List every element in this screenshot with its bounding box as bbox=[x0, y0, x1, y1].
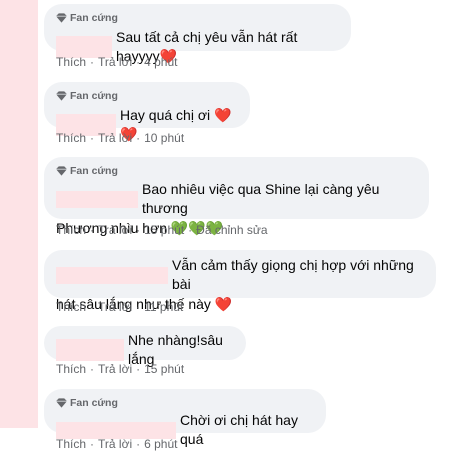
reply-link[interactable]: Trả lời bbox=[98, 362, 132, 376]
gem-icon bbox=[56, 90, 67, 101]
reply-link[interactable]: Trả lời bbox=[98, 131, 132, 145]
reply-link[interactable]: Trả lời bbox=[98, 55, 132, 69]
reply-link[interactable]: Trả lời bbox=[98, 223, 132, 237]
comment-bubble: Nhe nhàng!sâu lắng bbox=[44, 326, 246, 367]
timestamp[interactable]: 15 phút bbox=[144, 223, 184, 237]
badge-label: Fan cứng bbox=[70, 11, 118, 24]
comment-text: Chời ơi chị hát hay quá bbox=[180, 412, 298, 447]
comment-2: Fan cứng Hay quá chị ơi ❤️❤️ bbox=[44, 82, 250, 142]
reply-link[interactable]: Trả lời bbox=[98, 300, 132, 314]
comment-bubble: Fan cứng Sau tất cả chị yêu vẫn hát rất … bbox=[44, 4, 351, 64]
like-link[interactable]: Thích bbox=[56, 362, 86, 376]
timestamp[interactable]: 6 phút bbox=[144, 437, 177, 451]
redacted-commenter-name bbox=[56, 190, 138, 208]
badge-label: Fan cứng bbox=[70, 164, 118, 177]
comment-actions: Thích · Trả lời · 11 phút bbox=[56, 300, 184, 314]
redacted-avatar-column bbox=[0, 0, 38, 428]
comment-1: Fan cứng Sau tất cả chị yêu vẫn hát rất … bbox=[44, 4, 351, 64]
timestamp[interactable]: 15 phút bbox=[144, 362, 184, 376]
gem-icon bbox=[56, 165, 67, 176]
like-link[interactable]: Thích bbox=[56, 437, 86, 451]
comment-text: Vẫn cảm thấy giọng chị hợp với những bài bbox=[172, 257, 414, 292]
redacted-commenter-name bbox=[56, 421, 176, 439]
fan-badge: Fan cứng bbox=[56, 11, 339, 24]
comment-actions: Thích · Trả lời · 15 phút bbox=[56, 362, 185, 376]
comment-actions: Thích · Trả lời · 4 phút bbox=[56, 55, 178, 69]
badge-label: Fan cứng bbox=[70, 396, 118, 409]
comment-bubble: Fan cứng Bao nhiêu việc qua Shine lại cà… bbox=[44, 157, 429, 236]
fan-badge: Fan cứng bbox=[56, 89, 238, 102]
comment-3: Fan cứng Bao nhiêu việc qua Shine lại cà… bbox=[44, 157, 429, 236]
redacted-commenter-name bbox=[56, 339, 124, 361]
comment-bubble: Fan cứng Hay quá chị ơi ❤️❤️ bbox=[44, 82, 250, 142]
comment-actions: Thích · Trả lời · 6 phút bbox=[56, 437, 178, 451]
gem-icon bbox=[56, 397, 67, 408]
comment-bubble: Fan cứng Chời ơi chị hát hay quá bbox=[44, 389, 326, 447]
redacted-commenter-name bbox=[56, 266, 168, 284]
like-link[interactable]: Thích bbox=[56, 55, 86, 69]
like-link[interactable]: Thích bbox=[56, 131, 86, 145]
comment-6: Fan cứng Chời ơi chị hát hay quá bbox=[44, 389, 326, 447]
fan-badge: Fan cứng bbox=[56, 164, 417, 177]
fan-badge: Fan cứng bbox=[56, 396, 314, 409]
edited-label: Đã chỉnh sửa bbox=[196, 223, 268, 237]
comment-actions: Thích · Trả lời · 10 phút bbox=[56, 131, 185, 145]
timestamp[interactable]: 4 phút bbox=[144, 55, 177, 69]
reply-link[interactable]: Trả lời bbox=[98, 437, 132, 451]
comment-5: Nhe nhàng!sâu lắng bbox=[44, 326, 246, 367]
like-link[interactable]: Thích bbox=[56, 223, 86, 237]
gem-icon bbox=[56, 12, 67, 23]
comment-actions: Thích · Trả lời · 15 phút · Đã chỉnh sửa bbox=[56, 223, 268, 237]
badge-label: Fan cứng bbox=[70, 89, 118, 102]
comment-bubble: Vẫn cảm thấy giọng chị hợp với những bài… bbox=[44, 250, 436, 312]
timestamp[interactable]: 10 phút bbox=[144, 131, 184, 145]
comment-text: Bao nhiêu việc qua Shine lại càng yêu th… bbox=[142, 181, 380, 216]
comment-4: Vẫn cảm thấy giọng chị hợp với những bài… bbox=[44, 250, 436, 312]
timestamp[interactable]: 11 phút bbox=[144, 300, 183, 314]
like-link[interactable]: Thích bbox=[56, 300, 86, 314]
